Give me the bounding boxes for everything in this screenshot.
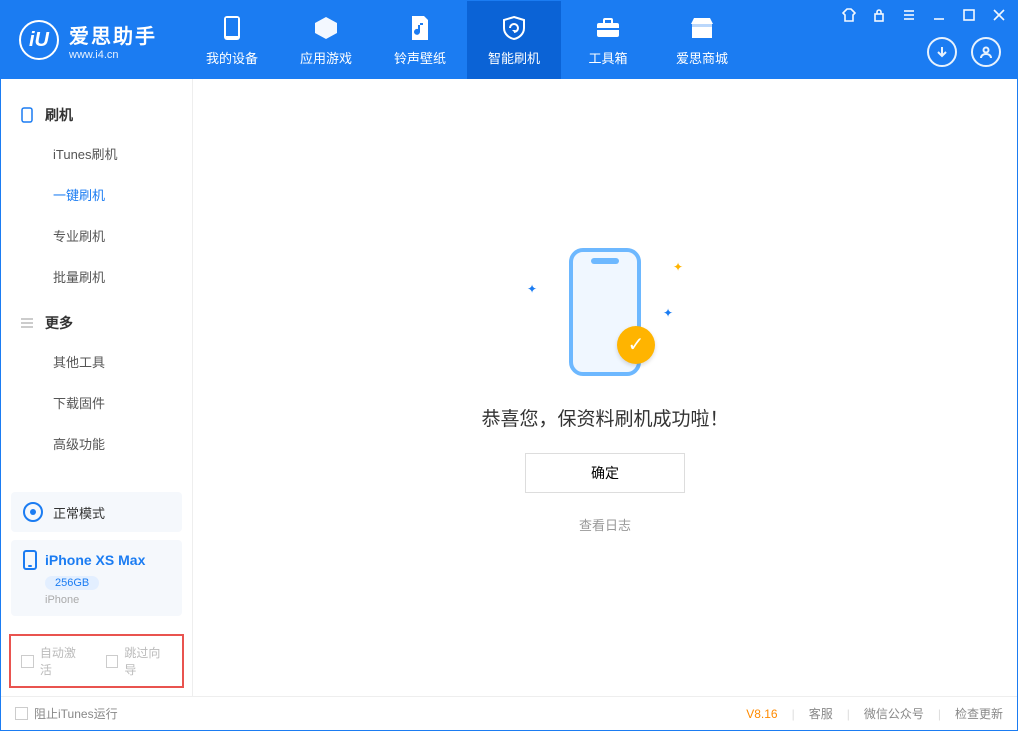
tab-smart-flash[interactable]: 智能刷机 (467, 1, 561, 79)
checkbox-block-itunes[interactable]: 阻止iTunes运行 (15, 705, 118, 722)
nav-section-more: 更多 其他工具 下载固件 高级功能 (1, 305, 192, 464)
checkbox-icon (21, 655, 34, 668)
titlebar: iU 爱思助手 www.i4.cn 我的设备 应用游戏 铃声壁纸 智能刷机 (1, 1, 1017, 79)
app-logo: iU 爱思助手 www.i4.cn (1, 1, 185, 79)
sidebar: 刷机 iTunes刷机 一键刷机 专业刷机 批量刷机 更多 其他工具 下载固件 … (1, 79, 193, 696)
tab-toolbox[interactable]: 工具箱 (561, 1, 655, 79)
main-tabs: 我的设备 应用游戏 铃声壁纸 智能刷机 工具箱 爱思商城 (185, 1, 749, 79)
view-log-link[interactable]: 查看日志 (579, 515, 631, 534)
support-link[interactable]: 客服 (809, 705, 833, 722)
device-name: iPhone XS Max (45, 552, 145, 568)
status-bar: 阻止iTunes运行 V8.16 | 客服 | 微信公众号 | 检查更新 (1, 696, 1017, 730)
checkbox-icon (15, 707, 28, 720)
menu-icon[interactable] (901, 7, 917, 23)
device-panel: 正常模式 iPhone XS Max 256GB iPhone (1, 492, 192, 626)
nav-itunes-flash[interactable]: iTunes刷机 (1, 133, 192, 174)
nav-head-more: 更多 (1, 305, 192, 341)
shield-refresh-icon (500, 14, 528, 42)
store-icon (688, 14, 716, 42)
toolbox-icon (594, 14, 622, 42)
app-name: 爱思助手 (69, 20, 157, 49)
maximize-button[interactable] (961, 7, 977, 23)
phone-small-icon (19, 107, 35, 123)
checkbox-icon (106, 655, 119, 668)
nav-other-tools[interactable]: 其他工具 (1, 341, 192, 382)
nav-batch-flash[interactable]: 批量刷机 (1, 256, 192, 297)
device-mode-label: 正常模式 (53, 503, 105, 522)
sparkle-icon: ✦ (673, 260, 683, 274)
device-capacity: 256GB (45, 576, 99, 590)
mode-icon (23, 502, 43, 522)
success-message: 恭喜您，保资料刷机成功啦！ (481, 404, 728, 431)
version-label: V8.16 (746, 707, 777, 721)
main-content: ✦ ✦ ✦ ✓ 恭喜您，保资料刷机成功啦！ 确定 查看日志 (193, 79, 1017, 696)
user-account-button[interactable] (971, 37, 1001, 67)
nav-advanced[interactable]: 高级功能 (1, 423, 192, 464)
nav-head-flash: 刷机 (1, 97, 192, 133)
download-button[interactable] (927, 37, 957, 67)
sidebar-nav: 刷机 iTunes刷机 一键刷机 专业刷机 批量刷机 更多 其他工具 下载固件 … (1, 79, 192, 492)
options-row: 自动激活 跳过向导 (9, 634, 184, 688)
app-window: iU 爱思助手 www.i4.cn 我的设备 应用游戏 铃声壁纸 智能刷机 (0, 0, 1018, 731)
minimize-button[interactable] (931, 7, 947, 23)
tab-store[interactable]: 爱思商城 (655, 1, 749, 79)
sparkle-icon: ✦ (663, 306, 673, 320)
device-type: iPhone (45, 594, 170, 606)
body: 刷机 iTunes刷机 一键刷机 专业刷机 批量刷机 更多 其他工具 下载固件 … (1, 79, 1017, 696)
device-icon (218, 14, 246, 42)
titlebar-right-buttons (927, 37, 1001, 67)
app-url: www.i4.cn (69, 49, 157, 61)
wechat-link[interactable]: 微信公众号 (864, 705, 924, 722)
tab-my-device[interactable]: 我的设备 (185, 1, 279, 79)
device-mode-block[interactable]: 正常模式 (11, 492, 182, 532)
music-file-icon (406, 14, 434, 42)
phone-icon (23, 550, 37, 570)
checkbox-skip-guide[interactable]: 跳过向导 (106, 644, 173, 678)
success-illustration: ✦ ✦ ✦ ✓ (505, 242, 705, 382)
nav-download-firmware[interactable]: 下载固件 (1, 382, 192, 423)
logo-icon: iU (19, 20, 59, 60)
tab-ringtones-wallpapers[interactable]: 铃声壁纸 (373, 1, 467, 79)
success-check-icon: ✓ (617, 326, 655, 364)
lock-icon[interactable] (871, 7, 887, 23)
nav-section-flash: 刷机 iTunes刷机 一键刷机 专业刷机 批量刷机 (1, 97, 192, 297)
ok-button[interactable]: 确定 (525, 453, 685, 493)
close-button[interactable] (991, 7, 1007, 23)
nav-pro-flash[interactable]: 专业刷机 (1, 215, 192, 256)
checkbox-auto-activate[interactable]: 自动激活 (21, 644, 88, 678)
sparkle-icon: ✦ (527, 282, 537, 296)
list-icon (19, 315, 35, 331)
window-controls (841, 7, 1007, 23)
check-update-link[interactable]: 检查更新 (955, 705, 1003, 722)
device-info-block[interactable]: iPhone XS Max 256GB iPhone (11, 540, 182, 616)
tshirt-icon[interactable] (841, 7, 857, 23)
cube-icon (312, 14, 340, 42)
nav-onekey-flash[interactable]: 一键刷机 (1, 174, 192, 215)
tab-apps-games[interactable]: 应用游戏 (279, 1, 373, 79)
